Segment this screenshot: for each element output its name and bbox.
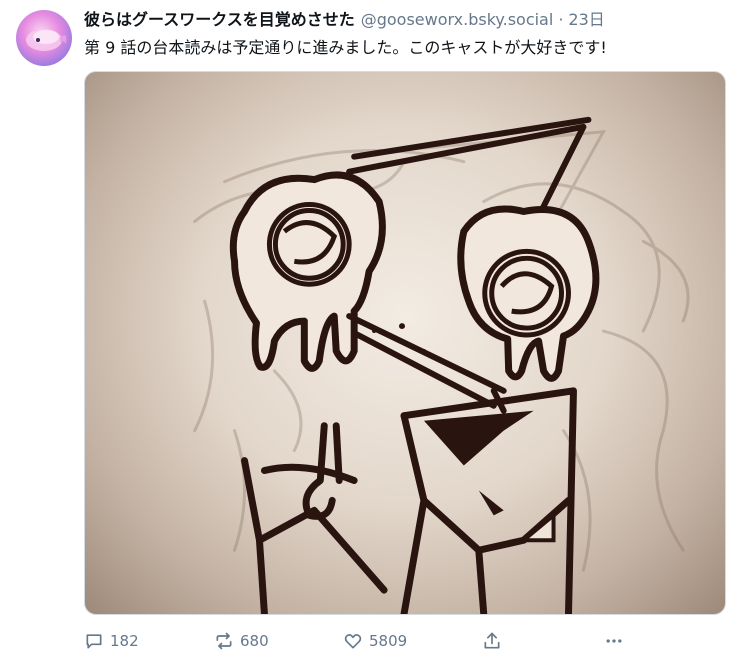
heart-icon (343, 631, 363, 651)
share-button[interactable] (482, 626, 502, 656)
pink-whale-icon (26, 29, 67, 51)
repost-icon (214, 631, 234, 651)
more-options-button[interactable] (604, 626, 624, 656)
share-icon (482, 631, 502, 651)
post-actions: 182 680 5809 (84, 626, 644, 656)
repost-button[interactable]: 680 (214, 626, 269, 656)
sketch-character-image (193, 116, 690, 614)
like-button[interactable]: 5809 (343, 626, 407, 656)
reply-count: 182 (110, 632, 139, 650)
reply-icon (84, 631, 104, 651)
more-options-icon (604, 631, 624, 651)
author-display-name[interactable]: 彼らはグースワークスを目覚めさせた (84, 8, 355, 32)
author-handle[interactable]: @gooseworx.bsky.social (361, 8, 554, 32)
repost-count: 680 (240, 632, 269, 650)
post-text: 第 9 話の台本読みは予定通りに進みました。このキャストが大好きです! (84, 38, 607, 57)
post-header: 彼らはグースワークスを目覚めさせた @gooseworx.bsky.social… (84, 8, 605, 32)
post-timestamp[interactable]: 23日 (568, 8, 604, 32)
avatar[interactable] (16, 10, 72, 66)
post-card: 彼らはグースワークスを目覚めさせた @gooseworx.bsky.social… (0, 0, 744, 668)
post-image[interactable] (84, 71, 726, 615)
reply-button[interactable]: 182 (84, 626, 139, 656)
like-count: 5809 (369, 632, 408, 650)
header-separator: · (558, 10, 564, 29)
